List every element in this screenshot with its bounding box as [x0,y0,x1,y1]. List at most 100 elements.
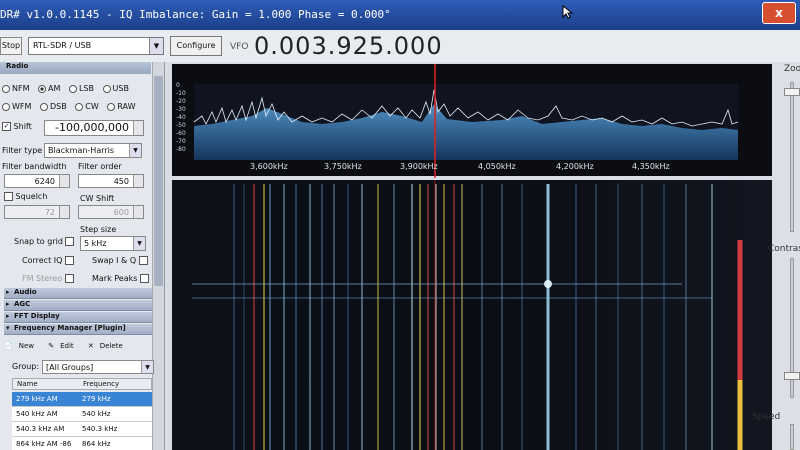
mode-lsb-radio[interactable] [68,84,77,93]
zoom-slider-thumb[interactable] [784,88,800,96]
squelch-value: 72 [44,208,55,217]
correct-iq-checkbox[interactable] [64,256,74,265]
spectrum-display[interactable]: 0 -10 -20 -30 -40 -50 -60 -70 -80 3,600k… [172,64,772,178]
table-row[interactable]: 864 kHz AM -86 864 kHz [12,437,152,450]
mode-wfm-radio[interactable] [2,102,10,111]
fm-stereo-label: FM Stereo [22,274,63,283]
squelch-group: Squelch [4,192,47,201]
group-select[interactable]: [All Groups] ▼ [42,360,154,374]
chevron-down-icon: ▼ [133,237,145,250]
mouse-cursor-icon [562,5,574,19]
table-row[interactable]: 279 kHz AM 279 kHz [12,392,152,407]
squelch-input[interactable]: 72 [4,205,70,219]
section-agc[interactable]: ▸ AGC [4,300,152,311]
contrast-slider-thumb[interactable] [784,372,800,380]
mode-raw-label: RAW [117,102,136,111]
mode-dsb-radio[interactable] [39,102,48,111]
y-tick: -60 [176,130,186,137]
edit-button[interactable]: ✎ Edit [48,342,79,350]
waterfall-plot [172,180,772,450]
zoom-label: Zoo [784,64,800,74]
left-control-panel: Radio NFM AM LSB USB WFM DSB CW RAW ✓ Sh… [0,62,165,450]
configure-button[interactable]: Configure [170,36,222,56]
mode-cw-radio[interactable] [75,102,84,111]
snap-to-grid-label: Snap to grid [14,237,63,246]
spectrum-plot [193,64,739,178]
table-row[interactable]: 540.3 kHz AM 540.3 kHz [12,422,152,437]
mode-nfm-radio[interactable] [2,84,10,93]
squelch-spinner[interactable] [59,206,69,218]
mark-peaks-checkbox[interactable] [139,274,149,283]
source-select[interactable]: RTL-SDR / USB ▼ [28,37,164,55]
row-name: 540.3 kHz AM [16,425,65,433]
row-frequency: 864 kHz [82,440,111,448]
mode-am-radio[interactable] [38,84,47,93]
mode-raw-radio[interactable] [107,102,116,111]
cw-shift-input[interactable]: 600 [78,205,144,219]
column-frequency[interactable]: Frequency [83,380,119,388]
waterfall-display[interactable] [172,180,772,450]
zoom-slider[interactable] [790,82,794,232]
y-tick: -10 [176,90,186,97]
close-window-button[interactable]: x [762,2,796,24]
chevron-down-icon: ▼ [149,38,163,54]
filter-bandwidth-input[interactable]: 6240 [4,174,70,188]
cw-shift-spinner[interactable] [133,206,143,218]
mark-peaks-group: Mark Peaks [92,274,149,283]
section-audio[interactable]: ▸ Audio [4,288,152,299]
filter-bandwidth-spinner[interactable] [59,175,69,187]
mark-peaks-label: Mark Peaks [92,274,138,283]
shift-checkbox[interactable]: ✓ [2,122,11,131]
section-fft-label: FFT Display [14,312,60,320]
filter-order-input[interactable]: 450 [78,174,144,188]
mode-nfm-label: NFM [12,84,30,93]
vfo-frequency-display[interactable]: 0.003.925.000 [254,32,443,60]
left-panel-scrollbar[interactable] [152,62,164,450]
table-row[interactable]: 540 kHz AM 540 kHz [12,407,152,422]
filter-bandwidth-value: 6240 [34,177,55,186]
right-control-panel: Zoo Contras Speed [752,62,800,450]
speed-slider[interactable] [790,424,794,450]
row-name: 279 kHz AM [16,395,58,403]
filter-type-select[interactable]: Blackman-Harris ▼ [44,143,142,158]
squelch-label: Squelch [15,192,48,201]
delete-button[interactable]: ✕ Delete [88,342,129,350]
column-name[interactable]: Name [17,380,38,388]
cw-shift-label: CW Shift [80,194,115,203]
snap-to-grid-checkbox[interactable] [65,237,75,246]
filter-type-value: Blackman-Harris [48,146,115,155]
fm-stereo-checkbox[interactable] [64,274,74,283]
toolbar: Stop RTL-SDR / USB ▼ Configure VFO 0.003… [0,30,800,62]
mode-usb-radio[interactable] [102,84,111,93]
filter-order-spinner[interactable] [133,175,143,187]
y-tick: -70 [176,138,186,145]
shift-input[interactable]: -100,000,000 [44,120,144,136]
step-size-select[interactable]: 5 kHz ▼ [80,236,146,251]
filter-type-label: Filter type [2,146,43,155]
new-button[interactable]: 📄 New [4,342,40,350]
x-tick: 4,350kHz [632,162,670,171]
squelch-checkbox[interactable] [4,192,13,201]
mode-dsb-label: DSB [49,102,67,111]
correct-iq-label: Correct IQ [22,256,63,265]
speed-label: Speed [752,412,781,422]
title-bar: DR# v1.0.0.1145 - IQ Imbalance: Gain = 1… [0,0,800,30]
chevron-down-icon: ▼ [141,361,153,373]
expand-icon: ▸ [6,300,10,308]
shift-spinner[interactable] [133,121,143,135]
expand-icon: ▸ [6,288,10,296]
radio-section-header[interactable]: Radio [0,62,151,74]
delete-icon: ✕ [87,342,94,350]
section-fft-display[interactable]: ▸ FFT Display [4,312,152,323]
y-tick: -40 [176,114,186,121]
mode-wfm-label: WFM [12,102,32,111]
frequency-manager-toolbar: 📄 New ✎ Edit ✕ Delete [4,342,154,356]
row-frequency: 279 kHz [82,395,111,403]
stop-button[interactable]: Stop [0,37,22,55]
y-tick: -80 [176,146,186,153]
swap-iq-checkbox[interactable] [138,256,148,265]
fm-stereo-group: FM Stereo [22,274,74,283]
group-label: Group: [12,362,40,371]
scrollbar-thumb[interactable] [154,76,163,286]
section-frequency-manager[interactable]: ▾ Frequency Manager [Plugin] [4,324,152,335]
